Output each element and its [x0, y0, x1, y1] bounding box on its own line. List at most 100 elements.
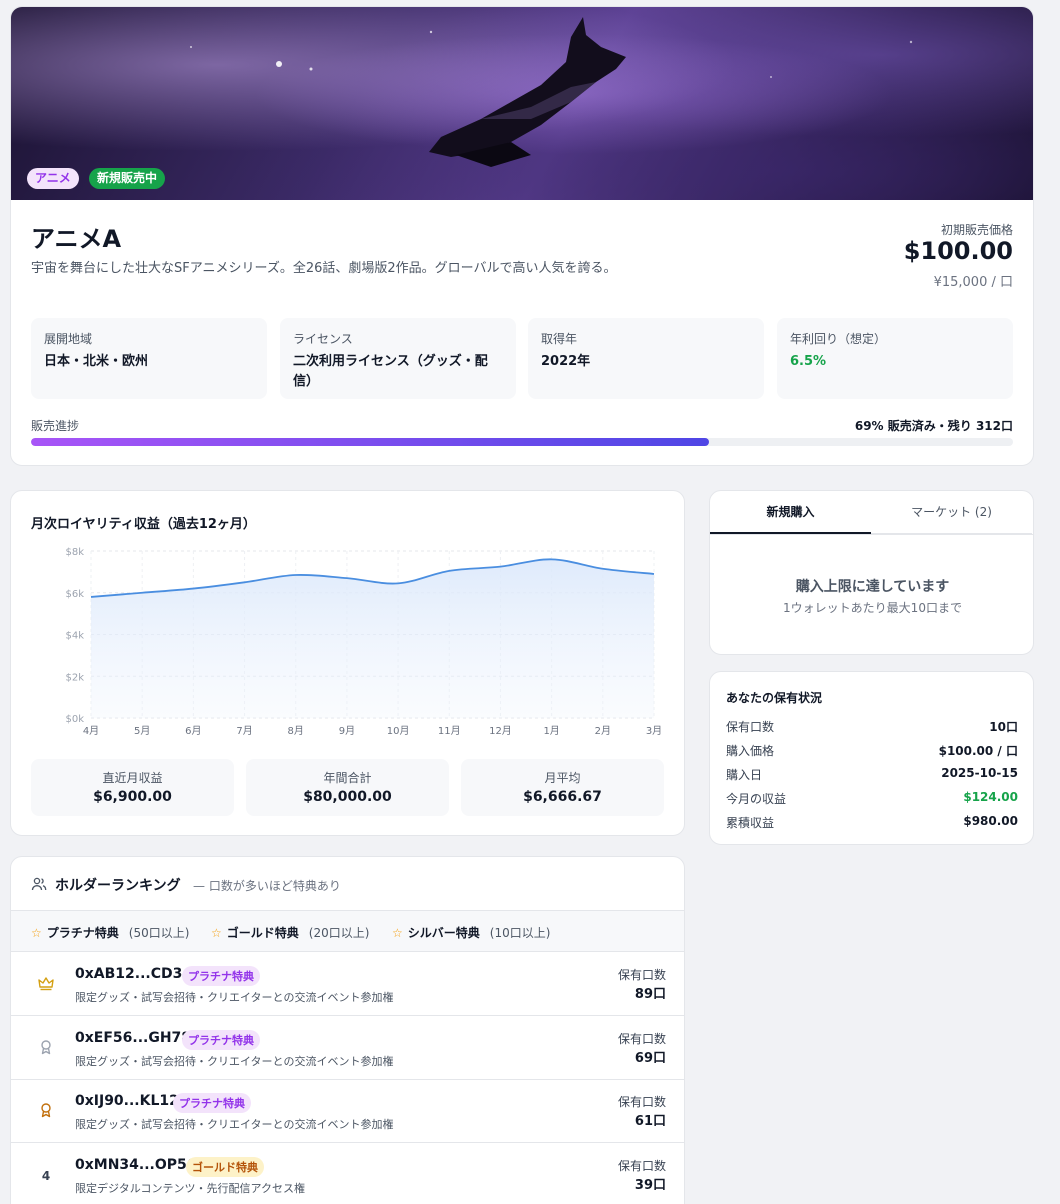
- summary-value: $6,666.67: [523, 789, 602, 805]
- stat-label: 年利回り（想定）: [790, 332, 887, 346]
- y-tick-label: $0k: [65, 714, 84, 725]
- ranking-row[interactable]: 0xAB12...CD34 プラチナ特典 限定グッズ・試写会招待・クリエイターと…: [11, 952, 684, 1016]
- x-tick-label: 11月: [438, 725, 461, 737]
- x-tick-label: 1月: [543, 725, 559, 737]
- tab-new-purchase[interactable]: 新規購入: [710, 491, 871, 534]
- stat-value: 6.5%: [790, 354, 827, 369]
- x-tick-label: 2月: [595, 725, 611, 737]
- stat-value: 2022年: [541, 354, 591, 369]
- holding-count: 61口: [634, 1114, 666, 1129]
- holdings-title: あなたの保有状況: [726, 691, 823, 705]
- summary-latest-month: 直近月収益 $6,900.00: [31, 759, 234, 816]
- royalty-line-chart: $0k $2k $4k $6k $8k 4月 5月 6月 7月 8月 9月 10月 11月 12月 1月 2月…: [65, 547, 662, 737]
- revenue-area: [91, 559, 654, 718]
- holder-address: 0xMN34...OP56: [75, 1157, 197, 1173]
- holdings-row-date: 購入日 2025-10-15: [726, 766, 1018, 784]
- x-tick-label: 9月: [339, 725, 355, 737]
- tier-gold: ☆ ゴールド特典 (20口以上): [211, 924, 369, 941]
- x-tick-label: 5月: [134, 725, 150, 737]
- star-icon: ☆: [211, 926, 222, 940]
- x-tick-label: 10月: [387, 725, 410, 737]
- holdings-value: 10口: [989, 720, 1018, 734]
- holding-count: 69口: [634, 1051, 666, 1066]
- purchase-limit-title: 購入上限に達しています: [795, 579, 950, 595]
- sales-progress-fill: [31, 438, 709, 446]
- holdings-label: 購入価格: [726, 744, 775, 758]
- rank-number-text: 4: [41, 1169, 51, 1183]
- holdings-label: 今月の収益: [726, 792, 787, 806]
- stat-label: 取得年: [541, 332, 578, 346]
- banner-image: [11, 7, 1033, 200]
- x-tick-label: 12月: [489, 725, 512, 737]
- stat-license: ライセンス 二次利用ライセンス（グッズ・配信）: [280, 318, 516, 399]
- holding-count-label: 保有口数: [617, 1159, 666, 1173]
- holdings-value: $124.00: [963, 790, 1018, 804]
- project-hero-card: アニメ 新規販売中 アニメA 宇宙を舞台にした壮大なSFアニメシリーズ。全26話…: [10, 6, 1034, 466]
- holdings-row-units: 保有口数 10口: [726, 718, 1018, 736]
- holder-perks: 限定グッズ・試写会招待・クリエイターとの交流イベント参加権: [75, 1055, 394, 1068]
- x-tick-label: 4月: [83, 725, 99, 737]
- holdings-value: $980.00: [963, 814, 1018, 828]
- x-tick-label: 6月: [185, 725, 201, 737]
- summary-label: 直近月収益: [102, 771, 163, 785]
- tier-name: プラチナ特典: [46, 926, 119, 940]
- stat-label: 展開地域: [44, 332, 93, 346]
- bronze-medal-icon: [37, 1101, 55, 1119]
- tier-silver: ☆ シルバー特典 (10口以上): [392, 924, 550, 941]
- holding-count-label: 保有口数: [617, 1032, 666, 1046]
- summary-value: $80,000.00: [303, 789, 392, 805]
- holdings-label: 累積収益: [726, 816, 775, 830]
- tier-badge: プラチナ特典: [182, 966, 260, 986]
- x-tick-label: 7月: [236, 725, 252, 737]
- holdings-label: 購入日: [726, 768, 763, 782]
- users-icon: [31, 877, 47, 891]
- price-value: $100.00: [903, 237, 1013, 265]
- holder-ranking-card: ホルダーランキング — 口数が多いほど特典あり ☆ プラチナ特典 (50口以上) ☆…: [10, 856, 685, 1204]
- project-title: アニメA: [31, 225, 122, 253]
- tier-condition: (10口以上): [489, 926, 551, 940]
- tier-legend: ☆ プラチナ特典 (50口以上) ☆ ゴールド特典 (20口以上) ☆ シルバー特典 (10…: [11, 910, 684, 952]
- genre-tag: アニメ: [27, 168, 79, 189]
- purchase-limit-note: 1ウォレットあたり最大10口まで: [783, 601, 962, 615]
- sale-status-badge: 新規販売中: [89, 168, 166, 189]
- rank-number: 4: [37, 1165, 55, 1183]
- summary-value: $6,900.00: [93, 789, 172, 805]
- holdings-row-price: 購入価格 $100.00 / 口: [726, 742, 1018, 760]
- ranking-subtitle: — 口数が多いほど特典あり: [193, 879, 341, 893]
- star-icon: ☆: [392, 926, 403, 940]
- purchase-panel: 新規購入 マーケット (2) 購入上限に達しています 1ウォレットあたり最大10…: [709, 490, 1034, 655]
- stat-label: ライセンス: [293, 332, 353, 346]
- y-tick-label: $6k: [65, 589, 84, 600]
- tier-condition: (50口以上): [128, 926, 190, 940]
- holdings-label: 保有口数: [726, 720, 775, 734]
- ranking-title: ホルダーランキング: [55, 878, 181, 894]
- crown-icon: [37, 974, 55, 992]
- holding-count: 39口: [634, 1178, 666, 1193]
- tier-badge: ゴールド特典: [186, 1157, 264, 1177]
- summary-annual-total: 年間合計 $80,000.00: [246, 759, 449, 816]
- ranking-row[interactable]: 0xIJ90...KL12 プラチナ特典 限定グッズ・試写会招待・クリエイターと…: [11, 1079, 684, 1143]
- tier-name: シルバー特典: [407, 926, 480, 940]
- stat-value: 日本・北米・欧州: [44, 354, 149, 369]
- tier-platinum: ☆ プラチナ特典 (50口以上): [31, 924, 189, 941]
- summary-label: 年間合計: [323, 771, 372, 785]
- holding-count-label: 保有口数: [617, 1095, 666, 1109]
- tab-market[interactable]: マーケット (2): [871, 491, 1032, 534]
- ranking-row[interactable]: 0xEF56...GH78 プラチナ特典 限定グッズ・試写会招待・クリエイターと…: [11, 1016, 684, 1080]
- holdings-row-cumulative: 累積収益 $980.00: [726, 814, 1018, 832]
- stat-acquired-year: 取得年 2022年: [528, 318, 764, 399]
- tier-badge: プラチナ特典: [182, 1030, 260, 1050]
- holder-address: 0xIJ90...KL12: [75, 1093, 179, 1109]
- y-tick-label: $8k: [65, 547, 84, 558]
- x-tick-label: 8月: [288, 725, 304, 737]
- holder-address: 0xAB12...CD34: [75, 966, 193, 982]
- tier-condition: (20口以上): [308, 926, 370, 940]
- royalty-chart-card: 月次ロイヤリティ収益（過去12ヶ月） $0k $2k $4k $6k $8k 4月 5月 6月…: [10, 490, 685, 836]
- sales-progress-label: 販売進捗: [31, 419, 80, 433]
- price-label: 初期販売価格: [940, 223, 1013, 237]
- holdings-value: $100.00 / 口: [938, 744, 1018, 758]
- summary-label: 月平均: [544, 771, 581, 785]
- ranking-row[interactable]: 4 0xMN34...OP56 ゴールド特典 限定デジタルコンテンツ・先行配信ア…: [11, 1143, 684, 1204]
- holdings-value: 2025-10-15: [941, 766, 1018, 780]
- project-description: 宇宙を舞台にした壮大なSFアニメシリーズ。全26話、劇場版2作品。グローバルで高…: [31, 261, 617, 276]
